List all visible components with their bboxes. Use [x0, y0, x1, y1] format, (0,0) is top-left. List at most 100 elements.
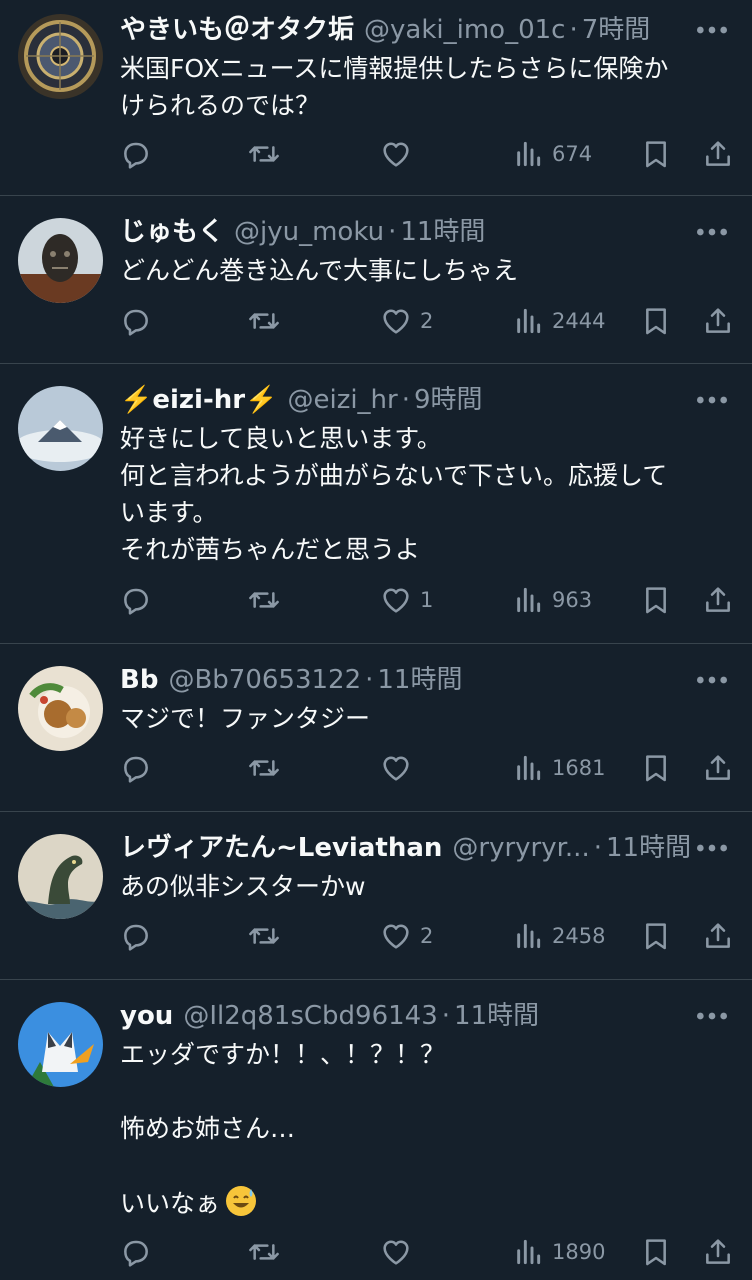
display-name[interactable]: やきいも＠オタク垢 — [120, 15, 354, 45]
views-button[interactable]: 1681 — [512, 748, 605, 788]
share-button[interactable] — [702, 580, 734, 620]
views-button[interactable]: 2444 — [512, 301, 605, 341]
retweet-icon — [248, 584, 280, 616]
timestamp[interactable]: 7時間 — [582, 15, 651, 45]
tweet-4[interactable]: Bb @Bb70653122 · 11時間 マジで！ファンタジー 1681 — [0, 644, 752, 812]
sweat-smile-emoji — [226, 1186, 257, 1216]
share-icon — [702, 752, 734, 784]
like-button[interactable] — [380, 748, 420, 788]
display-name[interactable]: you — [120, 1001, 173, 1031]
like-button[interactable]: 2 — [380, 916, 433, 956]
separator-dot: · — [388, 217, 397, 247]
more-icon[interactable] — [692, 212, 732, 252]
tweet-header: レヴィアたん~Leviathan @ryryryr... · 11時間 — [120, 828, 732, 868]
avatar[interactable] — [18, 666, 103, 751]
reply-button[interactable] — [120, 580, 152, 620]
action-bar: 2 2444 — [120, 301, 734, 341]
action-bar: 1 963 — [120, 580, 734, 620]
reply-button[interactable] — [120, 301, 152, 341]
display-name[interactable]: ⚡️eizi-hr⚡️ — [120, 385, 277, 415]
avatar[interactable] — [18, 14, 103, 99]
display-name[interactable]: じゅもく — [120, 217, 224, 247]
retweet-button[interactable] — [248, 916, 280, 956]
retweet-button[interactable] — [248, 748, 280, 788]
heart-icon — [380, 584, 412, 616]
share-button[interactable] — [702, 748, 734, 788]
display-name[interactable]: Bb — [120, 665, 158, 695]
reply-button[interactable] — [120, 1232, 152, 1272]
bookmark-button[interactable] — [640, 916, 672, 956]
more-icon[interactable] — [692, 380, 732, 420]
reply-button[interactable] — [120, 134, 152, 174]
tweet-text: マジで！ファンタジー — [120, 704, 371, 733]
like-button[interactable] — [380, 134, 420, 174]
reply-icon — [120, 305, 152, 337]
retweet-button[interactable] — [248, 134, 280, 174]
action-bar: 2 2458 — [120, 916, 734, 956]
like-button[interactable]: 1 — [380, 580, 433, 620]
reply-icon — [120, 920, 152, 952]
like-button[interactable]: 2 — [380, 301, 433, 341]
reply-feed: やきいも＠オタク垢 @yaki_imo_01c · 7時間 米国FOXニュースに情報提… — [0, 0, 752, 1280]
more-icon[interactable] — [692, 660, 732, 700]
bookmark-button[interactable] — [640, 580, 672, 620]
more-icon[interactable] — [692, 996, 732, 1036]
display-name[interactable]: レヴィアたん~Leviathan — [120, 833, 442, 863]
share-button[interactable] — [702, 301, 734, 341]
timestamp[interactable]: 11時間 — [377, 665, 462, 695]
timestamp[interactable]: 11時間 — [454, 1001, 539, 1031]
bookmark-button[interactable] — [640, 301, 672, 341]
user-handle[interactable]: @Il2q81sCbd96143 — [183, 1001, 437, 1031]
tweet-2[interactable]: じゅもく @jyu_moku · 11時間 どんどん巻き込んで大事にしちゃえ 2 24… — [0, 196, 752, 364]
like-count: 2 — [420, 309, 434, 333]
timestamp[interactable]: 11時間 — [400, 217, 485, 247]
bookmark-icon — [640, 920, 672, 952]
bookmark-button[interactable] — [640, 1232, 672, 1272]
bookmark-button[interactable] — [640, 748, 672, 788]
reply-icon — [120, 1236, 152, 1268]
timestamp[interactable]: 11時間 — [606, 833, 691, 863]
timestamp[interactable]: 9時間 — [414, 385, 483, 415]
tweet-text: どんどん巻き込んで大事にしちゃえ — [120, 256, 519, 285]
user-handle[interactable]: @jyu_moku — [234, 217, 384, 247]
retweet-button[interactable] — [248, 580, 280, 620]
user-handle[interactable]: @Bb70653122 — [168, 665, 361, 695]
retweet-button[interactable] — [248, 1232, 280, 1272]
more-icon[interactable] — [692, 828, 732, 868]
retweet-icon — [248, 1236, 280, 1268]
separator-dot: · — [401, 385, 410, 415]
views-button[interactable]: 2458 — [512, 916, 605, 956]
retweet-icon — [248, 920, 280, 952]
more-icon[interactable] — [692, 10, 732, 50]
bookmark-button[interactable] — [640, 134, 672, 174]
tweet-5[interactable]: レヴィアたん~Leviathan @ryryryr... · 11時間 あの似非シスタ… — [0, 812, 752, 980]
retweet-button[interactable] — [248, 301, 280, 341]
share-button[interactable] — [702, 134, 734, 174]
tweet-6[interactable]: you @Il2q81sCbd96143 · 11時間 エッダですか！！、！？！？ 怖… — [0, 980, 752, 1280]
tweet-text: エッダですか！！、！？！？ 怖めお姉さん… いいなぁ — [120, 1036, 732, 1222]
views-button[interactable]: 1890 — [512, 1232, 605, 1272]
action-bar: 674 — [120, 134, 734, 174]
user-handle[interactable]: @ryryryr... — [452, 833, 589, 863]
views-icon — [512, 920, 544, 952]
heart-icon — [380, 920, 412, 952]
share-icon — [702, 305, 734, 337]
separator-dot: · — [593, 833, 602, 863]
avatar[interactable] — [18, 386, 103, 471]
avatar[interactable] — [18, 1002, 103, 1087]
avatar[interactable] — [18, 218, 103, 303]
view-count: 2444 — [552, 309, 606, 333]
user-handle[interactable]: @yaki_imo_01c — [364, 15, 565, 45]
share-button[interactable] — [702, 916, 734, 956]
reply-button[interactable] — [120, 916, 152, 956]
like-button[interactable] — [380, 1232, 420, 1272]
share-button[interactable] — [702, 1232, 734, 1272]
reply-button[interactable] — [120, 748, 152, 788]
tweet-3[interactable]: ⚡️eizi-hr⚡️ @eizi_hr · 9時間 好きにして良いと思います。 何と… — [0, 364, 752, 644]
avatar[interactable] — [18, 834, 103, 919]
tweet-1[interactable]: やきいも＠オタク垢 @yaki_imo_01c · 7時間 米国FOXニュースに情報提… — [0, 0, 752, 196]
views-button[interactable]: 963 — [512, 580, 592, 620]
reply-icon — [120, 752, 152, 784]
views-button[interactable]: 674 — [512, 134, 592, 174]
user-handle[interactable]: @eizi_hr — [287, 385, 397, 415]
